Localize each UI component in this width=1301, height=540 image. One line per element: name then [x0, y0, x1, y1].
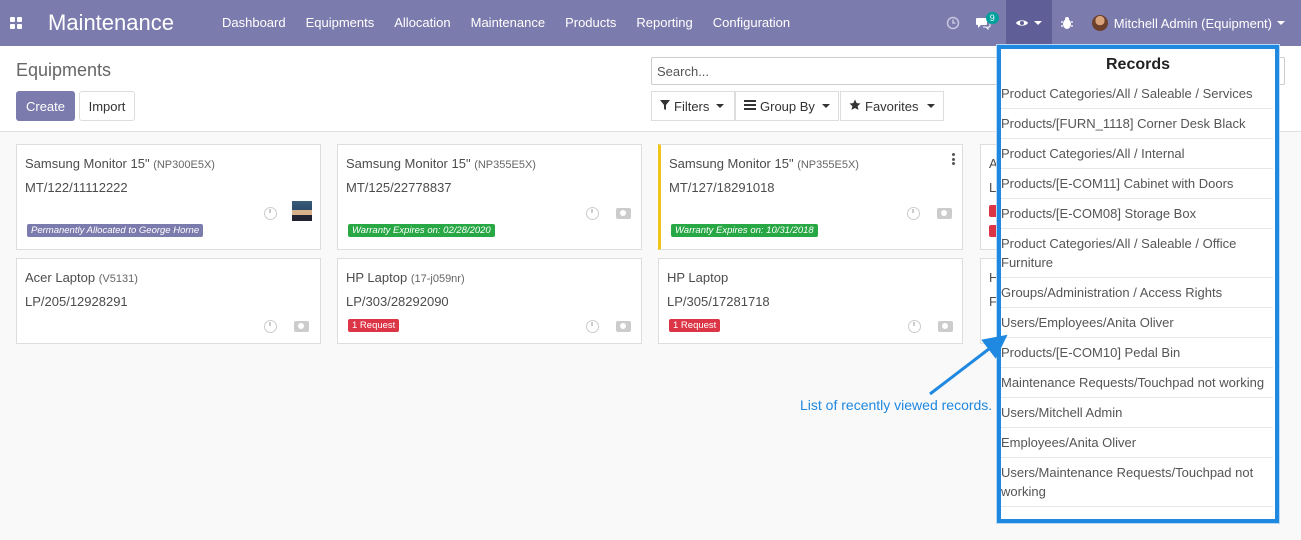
dropdown-header: Records: [1105, 56, 1171, 73]
recent-record-item[interactable]: Users/Employees/Anita Oliver: [1001, 308, 1273, 338]
star-icon: [849, 99, 861, 114]
favorites-label: Favorites: [865, 98, 919, 114]
import-button[interactable]: Import: [79, 91, 135, 121]
recent-record-item[interactable]: Products/[E-COM08] Storage Box: [1001, 199, 1273, 229]
chevron-down-icon: [716, 104, 725, 108]
status-badge: 1 Request: [669, 319, 721, 332]
equipment-serial: MT/122/11112222: [25, 180, 128, 195]
create-button[interactable]: Create: [16, 91, 75, 121]
equipment-serial: LP/305/17281718: [667, 294, 770, 309]
list-icon: [744, 99, 756, 113]
equipment-name: HP Laptop (17-j059nr): [346, 270, 465, 285]
systray: 9 Mitchell Admin (Equipment): [938, 0, 1301, 46]
equipment-serial: F: [989, 294, 997, 309]
equipment-name: Acer Laptop (V5131): [25, 270, 138, 285]
recent-record-item[interactable]: Employees/Anita Oliver: [1001, 428, 1273, 458]
equipment-serial: LP/303/28292090: [346, 294, 449, 309]
eye-icon: [1015, 16, 1029, 31]
menu-equipments[interactable]: Equipments: [296, 0, 385, 46]
recent-record-item[interactable]: Users/Maintenance Requests/Touchpad not …: [1001, 458, 1273, 507]
bug-debug-icon[interactable]: [1052, 0, 1082, 46]
apps-menu-icon[interactable]: [0, 0, 32, 46]
messages-count-badge: 9: [985, 12, 999, 24]
menu-maintenance[interactable]: Maintenance: [461, 0, 555, 46]
avatar: [1091, 15, 1108, 31]
equipment-name: Samsung Monitor 15" (NP355E5X): [669, 156, 859, 171]
status-badge: Warranty Expires on: 10/31/2018: [671, 224, 818, 237]
recent-record-item[interactable]: Product Categories/All / Saleable / Offi…: [1001, 229, 1273, 278]
menu-products[interactable]: Products: [555, 0, 626, 46]
app-title[interactable]: Maintenance: [48, 10, 174, 36]
camera-icon[interactable]: [616, 321, 631, 332]
recent-record-item[interactable]: Products/[FURN_1118] Corner Desk Black: [1001, 109, 1273, 139]
recent-record-item[interactable]: Products/[E-COM11] Cabinet with Doors: [1001, 169, 1273, 199]
employee-photo: [292, 201, 312, 221]
filters-label: Filters: [674, 98, 710, 114]
messages-icon[interactable]: 9: [968, 0, 999, 46]
equipment-card[interactable]: Acer Laptop (V5131) LP/205/12928291: [16, 258, 321, 344]
recent-records-toggle[interactable]: [1005, 0, 1052, 46]
recent-records-dropdown: Records Product Categories/All / Saleabl…: [997, 45, 1279, 523]
equipment-card[interactable]: Samsung Monitor 15" (NP355E5X) MT/125/22…: [337, 144, 642, 250]
activity-clock-icon[interactable]: [586, 320, 599, 333]
menu-configuration[interactable]: Configuration: [703, 0, 800, 46]
recent-record-item[interactable]: Products/[E-COM10] Pedal Bin: [1001, 338, 1273, 368]
status-badge: 1 Request: [348, 319, 400, 332]
equipment-card[interactable]: HP Laptop (17-j059nr) LP/303/28292090 1 …: [337, 258, 642, 344]
group-by-label: Group By: [760, 98, 815, 114]
main-menu: Dashboard Equipments Allocation Maintena…: [212, 0, 800, 46]
activity-clock-icon[interactable]: [264, 207, 277, 220]
recent-record-item[interactable]: Users/Mitchell Admin: [1001, 398, 1273, 428]
activity-clock-icon[interactable]: [938, 0, 968, 46]
equipment-card[interactable]: Samsung Monitor 15" (NP355E5X) MT/127/18…: [658, 144, 963, 250]
chevron-down-icon: [1034, 21, 1043, 25]
camera-icon[interactable]: [938, 321, 953, 332]
camera-icon[interactable]: [616, 208, 631, 219]
camera-icon[interactable]: [937, 208, 952, 219]
chevron-down-icon: [1277, 21, 1285, 25]
activity-clock-icon[interactable]: [264, 320, 277, 333]
activity-clock-icon[interactable]: [908, 320, 921, 333]
equipment-card[interactable]: Samsung Monitor 15" (NP300E5X) MT/122/11…: [16, 144, 321, 250]
filters-button[interactable]: Filters: [651, 91, 735, 121]
page-title: Equipments: [16, 60, 112, 80]
top-navbar: Maintenance Dashboard Equipments Allocat…: [0, 0, 1301, 46]
chevron-down-icon: [821, 104, 830, 108]
status-badge: Warranty Expires on: 02/28/2020: [348, 224, 495, 237]
user-menu[interactable]: Mitchell Admin (Equipment): [1082, 0, 1301, 46]
status-badge: Permanently Allocated to George Horne: [27, 224, 204, 237]
filter-icon: [660, 99, 670, 113]
recent-record-item[interactable]: Maintenance Requests/Touchpad not workin…: [1001, 368, 1273, 398]
activity-clock-icon[interactable]: [586, 207, 599, 220]
equipment-serial: LP/205/12928291: [25, 294, 128, 309]
activity-clock-icon[interactable]: [907, 207, 920, 220]
equipment-name: HP Laptop: [667, 270, 729, 285]
chevron-down-icon: [927, 104, 936, 108]
annotation-label: List of recently viewed records.: [800, 397, 993, 413]
equipment-name: Samsung Monitor 15" (NP300E5X): [25, 156, 215, 171]
group-by-button[interactable]: Group By: [735, 91, 839, 121]
recent-record-item[interactable]: Product Categories/All / Internal: [1001, 139, 1273, 169]
menu-dashboard[interactable]: Dashboard: [212, 0, 296, 46]
menu-reporting[interactable]: Reporting: [626, 0, 702, 46]
equipment-name: Samsung Monitor 15" (NP355E5X): [346, 156, 536, 171]
menu-allocation[interactable]: Allocation: [384, 0, 460, 46]
card-menu-icon[interactable]: [952, 153, 955, 167]
recent-record-item[interactable]: Product Categories/All / Saleable / Serv…: [1001, 79, 1273, 109]
recent-record-item[interactable]: Groups/Administration / Access Rights: [1001, 278, 1273, 308]
user-name: Mitchell Admin (Equipment): [1113, 15, 1272, 31]
equipment-card[interactable]: HP Laptop LP/305/17281718 1 Request: [658, 258, 963, 344]
equipment-serial: MT/125/22778837: [346, 180, 452, 195]
equipment-serial: MT/127/18291018: [669, 180, 775, 195]
camera-icon[interactable]: [294, 321, 309, 332]
favorites-button[interactable]: Favorites: [840, 91, 944, 121]
equipment-serial: L: [989, 180, 997, 195]
